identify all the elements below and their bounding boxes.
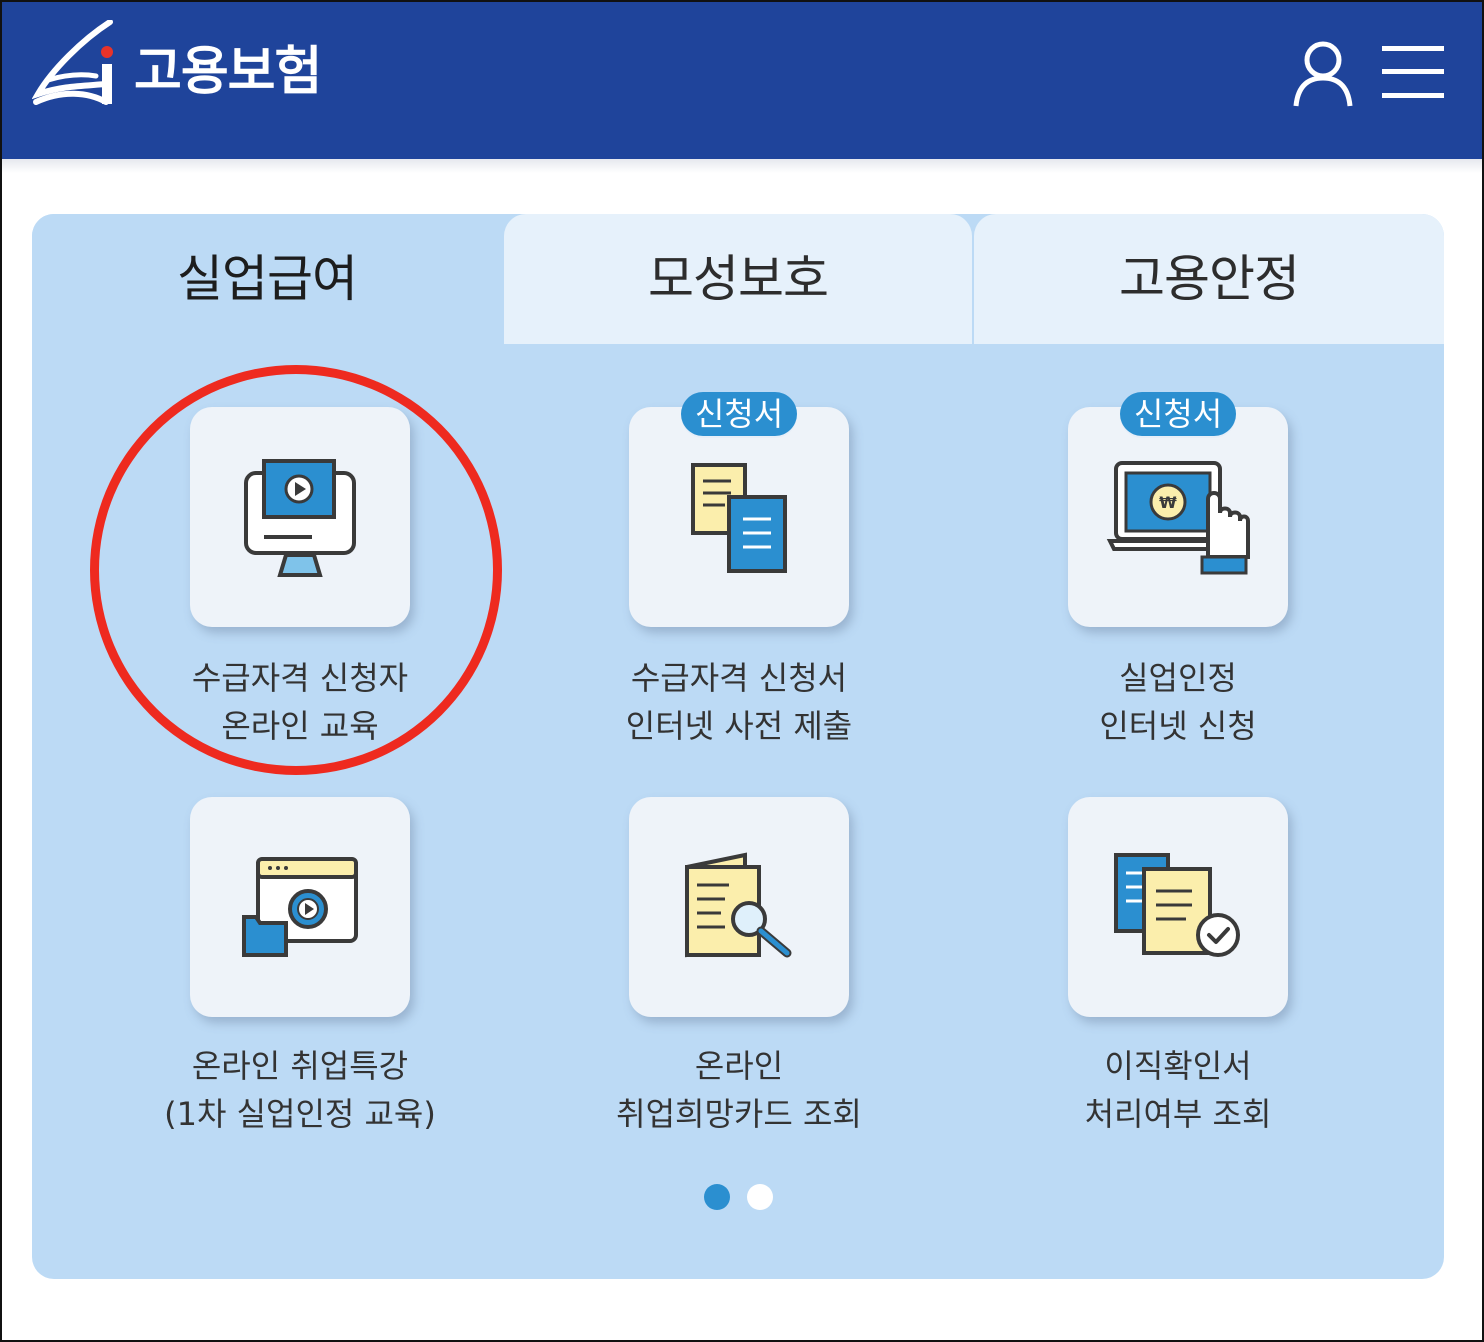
user-icon[interactable] — [1292, 38, 1354, 108]
document-search-icon — [685, 852, 792, 958]
tile-label: 실업인정 인터넷 신청 — [998, 654, 1358, 750]
tab-unemployment-benefit[interactable]: 실업급여 — [32, 214, 502, 344]
app-frame: 고용보험 실업급여 모성보호 고용안정 신청서 ₩ 신청서 수급자격 신청자 온… — [0, 0, 1484, 1342]
tile-label-line2: 인터넷 신청 — [1099, 707, 1257, 745]
tile-label: 온라인 취업희망카드 조회 — [559, 1042, 919, 1138]
tile-label-line2: (1차 실업인정 교육) — [164, 1095, 436, 1133]
tile-unemployment-recognition[interactable]: ₩ — [1068, 407, 1288, 627]
svg-text:₩: ₩ — [1159, 493, 1177, 512]
tile-label-line2: 취업희망카드 조회 — [616, 1095, 862, 1133]
application-badge: 신청서 — [681, 392, 797, 436]
brand-name[interactable]: 고용보험 — [134, 40, 322, 104]
tile-label-line1: 수급자격 신청자 — [191, 659, 409, 697]
tile-label-line1: 실업인정 — [1119, 659, 1237, 697]
tab-employment-stability[interactable]: 고용안정 — [974, 214, 1444, 344]
tile-job-hope-card[interactable] — [629, 797, 849, 1017]
hamburger-menu-icon[interactable] — [1382, 44, 1444, 100]
top-header: 고용보험 — [2, 2, 1482, 159]
tile-label-line2: 인터넷 사전 제출 — [625, 707, 853, 745]
tile-label-line1: 수급자격 신청서 — [630, 659, 848, 697]
tile-label-line2: 처리여부 조회 — [1084, 1095, 1272, 1133]
tile-online-education[interactable] — [190, 407, 410, 627]
header-shadow — [2, 159, 1482, 173]
tile-online-job-lecture[interactable] — [190, 797, 410, 1017]
tile-label: 수급자격 신청자 온라인 교육 — [120, 654, 480, 750]
ei-logo-icon[interactable] — [32, 20, 122, 112]
tile-separation-confirmation[interactable] — [1068, 797, 1288, 1017]
documents-icon — [691, 463, 787, 573]
documents-check-icon — [1114, 853, 1240, 957]
monitor-play-icon — [244, 459, 356, 577]
tab-maternity-protection[interactable]: 모성보호 — [504, 214, 972, 344]
tile-application-submit[interactable] — [629, 407, 849, 627]
tile-label: 이직확인서 처리여부 조회 — [998, 1042, 1358, 1138]
tile-label-line1: 온라인 취업특강 — [191, 1047, 409, 1085]
pagination-dot-active[interactable] — [704, 1184, 730, 1210]
browser-video-folder-icon — [242, 857, 358, 957]
laptop-won-hand-icon: ₩ — [1106, 461, 1250, 575]
application-badge: 신청서 — [1120, 392, 1236, 436]
tile-label: 온라인 취업특강 (1차 실업인정 교육) — [120, 1042, 480, 1138]
tile-label-line1: 온라인 — [694, 1047, 784, 1085]
tile-label: 수급자격 신청서 인터넷 사전 제출 — [559, 654, 919, 750]
tile-label-line1: 이직확인서 — [1104, 1047, 1252, 1085]
tile-label-line2: 온라인 교육 — [221, 707, 379, 745]
pagination-dot[interactable] — [747, 1184, 773, 1210]
